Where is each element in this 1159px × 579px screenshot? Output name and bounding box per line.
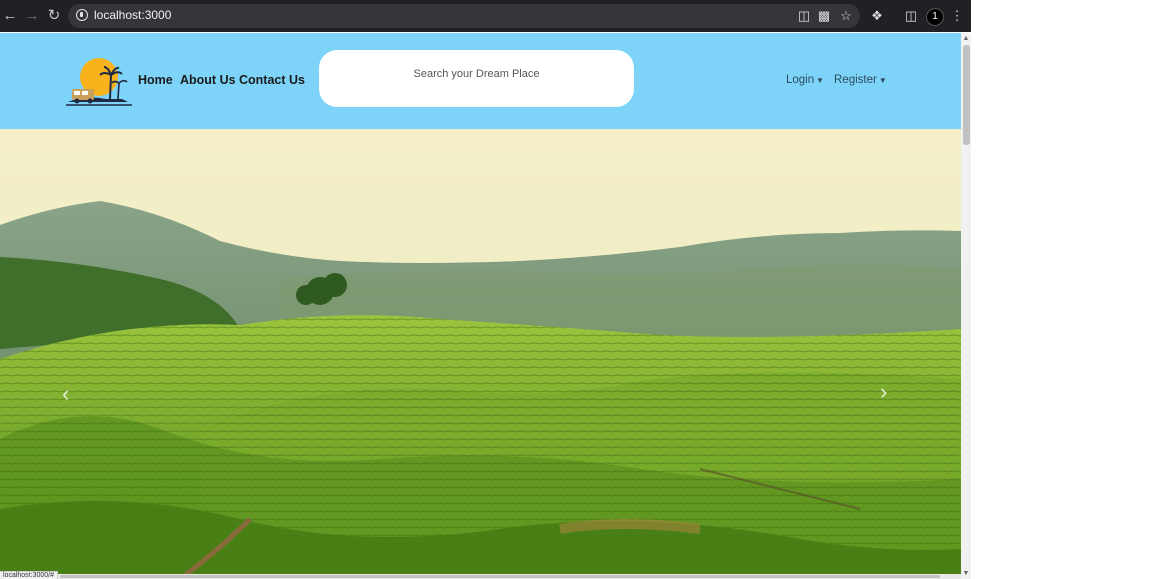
reload-icon[interactable]: ↻ — [44, 6, 64, 26]
register-label[interactable]: Register — [834, 74, 877, 86]
caret-down-icon: ▼ — [878, 76, 887, 85]
cast-icon[interactable]: ◫ — [796, 7, 812, 25]
scroll-up-icon[interactable]: ▲ — [961, 35, 971, 42]
hero-carousel: ‹ › — [0, 129, 961, 579]
horizontal-scrollbar[interactable] — [0, 574, 961, 579]
profile-avatar[interactable]: 1 — [926, 8, 944, 26]
scroll-down-icon[interactable]: ▼ — [961, 570, 971, 577]
scrollbar-thumb[interactable] — [963, 45, 970, 145]
forward-arrow-icon[interactable]: → — [22, 6, 42, 26]
site-header: Home About Us Contact Us Login▼ Register… — [0, 33, 961, 129]
hero-image — [0, 129, 961, 579]
chevron-right-icon[interactable]: › — [880, 381, 887, 403]
star-icon[interactable]: ☆ — [838, 7, 854, 25]
nav-contact-link[interactable]: Contact Us — [239, 73, 305, 87]
nav-about-link[interactable]: About Us — [180, 73, 236, 87]
hscrollbar-thumb[interactable] — [60, 575, 940, 578]
status-url: localhost:3000/# — [0, 571, 58, 579]
register-dropdown[interactable]: Register ▼ — [834, 74, 887, 86]
browser-window: ← → ↻ localhost:3000 ◫ ▩ ☆ ❖ ◫ 1 ⋮ Home … — [0, 0, 971, 579]
chevron-left-icon[interactable]: ‹ — [62, 383, 69, 405]
browser-toolbar: ← → ↻ localhost:3000 ◫ ▩ ☆ ❖ ◫ 1 ⋮ — [0, 0, 971, 32]
login-dropdown[interactable]: Login ▼ — [786, 74, 824, 86]
address-bar[interactable]: localhost:3000 ◫ ▩ ☆ — [68, 4, 860, 28]
logo-icon[interactable] — [66, 55, 132, 107]
page-viewport: Home About Us Contact Us Login▼ Register… — [0, 33, 961, 579]
back-arrow-icon[interactable]: ← — [0, 6, 20, 26]
login-label[interactable]: Login — [786, 74, 814, 86]
puzzle-icon[interactable]: ❖ — [868, 7, 886, 25]
vertical-scrollbar[interactable]: ▲ ▼ — [961, 33, 971, 579]
search-input[interactable] — [319, 50, 634, 107]
kebab-menu-icon[interactable]: ⋮ — [948, 7, 966, 25]
nav-home-link[interactable]: Home — [138, 73, 173, 87]
url-text[interactable]: localhost:3000 — [94, 8, 171, 22]
site-info-icon[interactable] — [76, 9, 88, 21]
translate-icon[interactable]: ▩ — [816, 7, 832, 25]
caret-down-icon: ▼ — [816, 76, 825, 85]
side-panel-icon[interactable]: ◫ — [902, 7, 920, 25]
